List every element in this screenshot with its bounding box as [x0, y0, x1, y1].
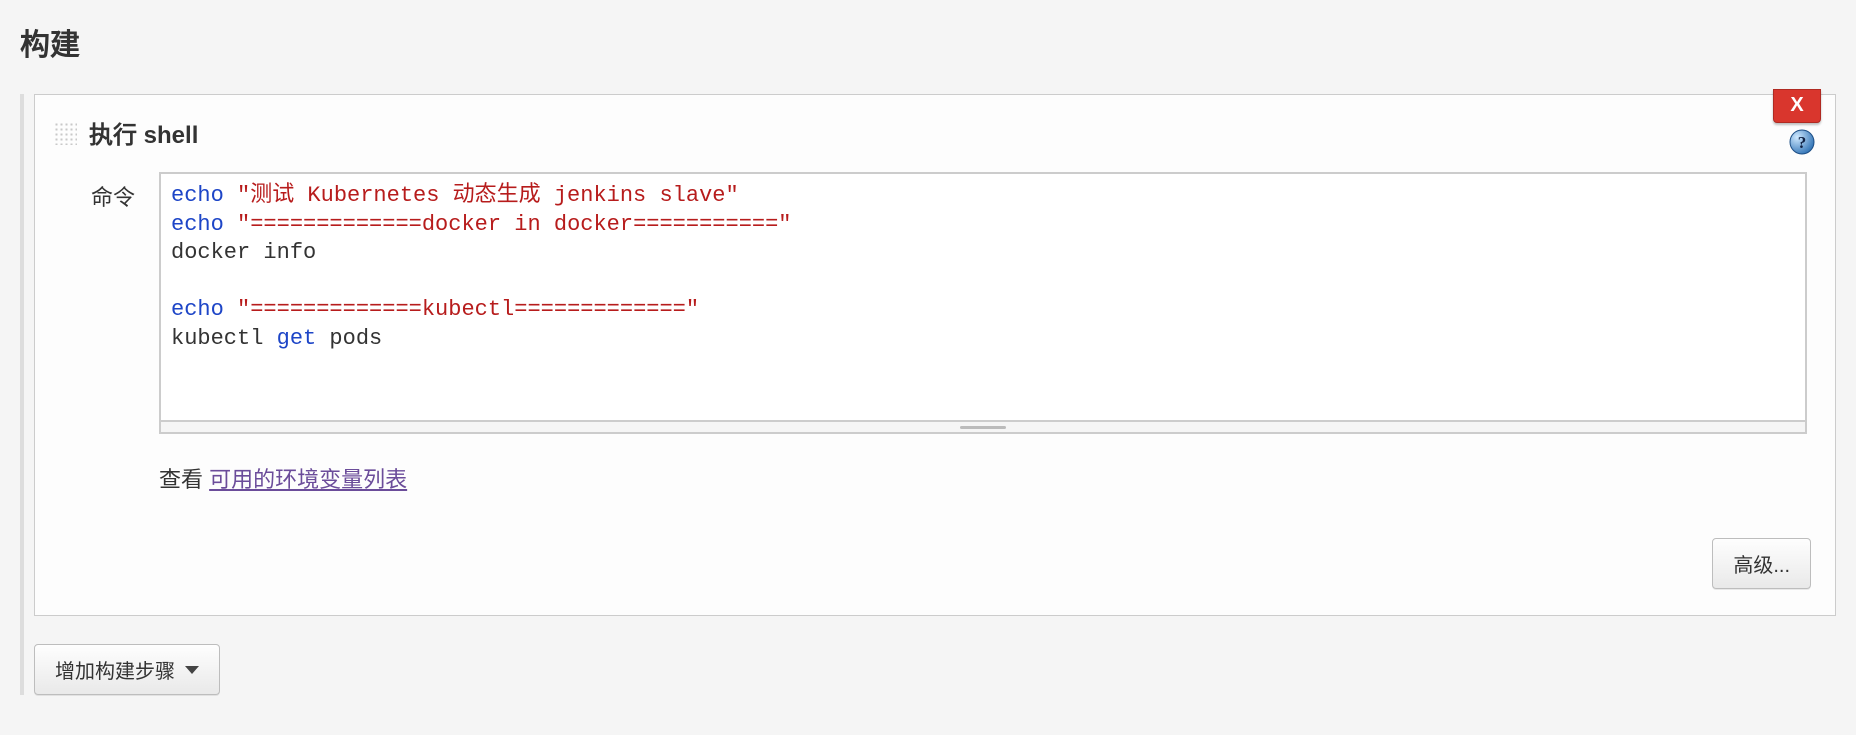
command-label: 命令 [91, 172, 159, 212]
env-vars-hint: 查看 可用的环境变量列表 [159, 462, 1807, 494]
add-build-step-button[interactable]: 增加构建步骤 [34, 644, 220, 695]
caret-down-icon [185, 666, 199, 674]
advanced-button[interactable]: 高级... [1712, 538, 1811, 589]
svg-text:?: ? [1798, 133, 1807, 152]
section-title: 构建 [20, 20, 1836, 64]
delete-step-button[interactable]: X [1773, 89, 1821, 123]
build-step-block: X ? 执行 shell 命令 [34, 94, 1836, 616]
hint-prefix: 查看 [159, 467, 209, 492]
build-step-title: 执行 shell [89, 115, 198, 150]
env-vars-link[interactable]: 可用的环境变量列表 [209, 467, 407, 492]
drag-handle-icon[interactable] [53, 121, 77, 145]
add-build-step-label: 增加构建步骤 [55, 655, 175, 684]
help-icon[interactable]: ? [1789, 129, 1815, 155]
command-textarea[interactable]: echo "测试 Kubernetes 动态生成 jenkins slave" … [159, 172, 1807, 422]
resize-handle[interactable] [159, 422, 1807, 434]
